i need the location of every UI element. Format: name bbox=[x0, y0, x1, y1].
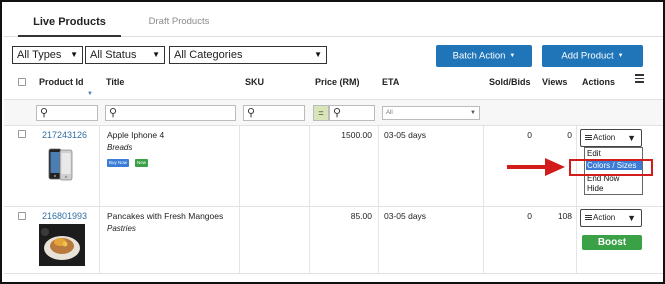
chevron-down-icon: ▼ bbox=[70, 50, 78, 59]
chevron-down-icon: ▼ bbox=[627, 133, 636, 143]
sku-search-input[interactable]: ⚲ bbox=[243, 105, 305, 121]
chevron-down-icon: ▼ bbox=[152, 50, 160, 59]
column-header-sku[interactable]: SKU bbox=[245, 77, 264, 87]
product-category: Breads bbox=[107, 143, 133, 152]
annotation-highlight-box bbox=[569, 159, 653, 176]
product-price: 85.00 bbox=[350, 211, 372, 221]
column-header-eta[interactable]: ETA bbox=[382, 77, 399, 87]
add-product-button[interactable]: Add Product ▼ bbox=[542, 45, 643, 67]
column-divider bbox=[378, 126, 379, 274]
add-product-label: Add Product bbox=[561, 50, 614, 62]
eta-filter-select[interactable]: All ▼ bbox=[382, 106, 480, 120]
search-icon: ⚲ bbox=[40, 107, 49, 119]
column-divider bbox=[99, 126, 100, 274]
select-all-checkbox[interactable] bbox=[18, 78, 26, 86]
tab-bar: Live Products Draft Products bbox=[4, 4, 663, 37]
price-operator-button[interactable]: = bbox=[313, 105, 329, 121]
action-select-label: Action bbox=[593, 213, 616, 222]
product-manager-window: Live Products Draft Products All Types ▼… bbox=[0, 0, 665, 284]
product-title: Pancakes with Fresh Mangoes bbox=[107, 211, 224, 221]
batch-action-label: Batch Action bbox=[452, 50, 506, 62]
column-header-product-id[interactable]: Product Id bbox=[39, 77, 84, 87]
product-title: Apple Iphone 4 bbox=[107, 130, 165, 140]
menu-icon bbox=[585, 214, 592, 221]
new-badge: New bbox=[135, 159, 149, 167]
column-header-actions: Actions bbox=[582, 77, 616, 87]
types-select-value: All Types bbox=[17, 49, 62, 61]
product-views: 108 bbox=[557, 211, 572, 221]
column-header-title[interactable]: Title bbox=[106, 77, 124, 87]
status-select-value: All Status bbox=[90, 49, 137, 61]
column-menu-icon[interactable] bbox=[635, 74, 644, 85]
product-id-link[interactable]: 216801993 bbox=[42, 211, 87, 221]
product-id-search-input[interactable]: ⚲ bbox=[36, 105, 98, 121]
status-select[interactable]: All Status ▼ bbox=[85, 46, 165, 64]
buy-now-badge: Buy Now bbox=[107, 159, 130, 167]
product-id-link[interactable]: 217243126 bbox=[42, 130, 87, 140]
eta-filter-value: All bbox=[386, 110, 393, 116]
column-header-views[interactable]: Views bbox=[542, 77, 567, 87]
menu-icon bbox=[585, 134, 592, 141]
batch-action-button[interactable]: Batch Action ▼ bbox=[436, 45, 532, 67]
product-category: Pastries bbox=[107, 224, 136, 233]
boost-button[interactable]: Boost bbox=[582, 235, 642, 250]
action-select[interactable]: Action ▼ bbox=[580, 129, 642, 147]
sort-desc-icon[interactable]: ▼ bbox=[87, 91, 93, 97]
search-icon: ⚲ bbox=[109, 107, 118, 119]
menu-item-edit[interactable]: Edit bbox=[586, 149, 642, 158]
menu-item-hide[interactable]: Hide bbox=[586, 184, 642, 193]
categories-select[interactable]: All Categories ▼ bbox=[169, 46, 327, 64]
tab-live-products[interactable]: Live Products bbox=[18, 4, 121, 37]
tab-draft-products[interactable]: Draft Products bbox=[134, 4, 224, 37]
product-sold-bids: 0 bbox=[527, 130, 532, 140]
product-price: 1500.00 bbox=[341, 130, 372, 140]
row-checkbox[interactable] bbox=[18, 212, 26, 220]
action-select-label: Action bbox=[593, 133, 616, 142]
search-icon: ⚲ bbox=[333, 107, 342, 119]
categories-select-value: All Categories bbox=[174, 49, 243, 61]
product-sold-bids: 0 bbox=[527, 211, 532, 221]
product-thumbnail-pancakes bbox=[39, 224, 85, 266]
column-divider bbox=[239, 126, 240, 274]
caret-down-icon: ▼ bbox=[509, 53, 516, 59]
types-select[interactable]: All Types ▼ bbox=[12, 46, 83, 64]
product-views: 0 bbox=[567, 130, 572, 140]
caret-down-icon: ▼ bbox=[617, 53, 624, 59]
column-header-sold-bids[interactable]: Sold/Bids bbox=[489, 77, 531, 87]
search-icon: ⚲ bbox=[247, 107, 256, 119]
column-divider bbox=[483, 126, 484, 274]
price-search-input[interactable]: ⚲ bbox=[329, 105, 375, 121]
row-checkbox[interactable] bbox=[18, 130, 26, 138]
column-header-price[interactable]: Price (RM) bbox=[315, 77, 360, 87]
column-divider bbox=[309, 126, 310, 274]
action-select[interactable]: Action ▼ bbox=[580, 209, 642, 227]
product-eta: 03-05 days bbox=[384, 211, 427, 221]
chevron-down-icon: ▼ bbox=[470, 110, 476, 116]
chevron-down-icon: ▼ bbox=[627, 213, 636, 223]
product-eta: 03-05 days bbox=[384, 130, 427, 140]
column-divider bbox=[576, 126, 577, 274]
product-thumbnail-iphone bbox=[48, 148, 73, 181]
title-search-input[interactable]: ⚲ bbox=[105, 105, 236, 121]
annotation-arrow-icon bbox=[507, 158, 565, 176]
chevron-down-icon: ▼ bbox=[314, 50, 322, 59]
